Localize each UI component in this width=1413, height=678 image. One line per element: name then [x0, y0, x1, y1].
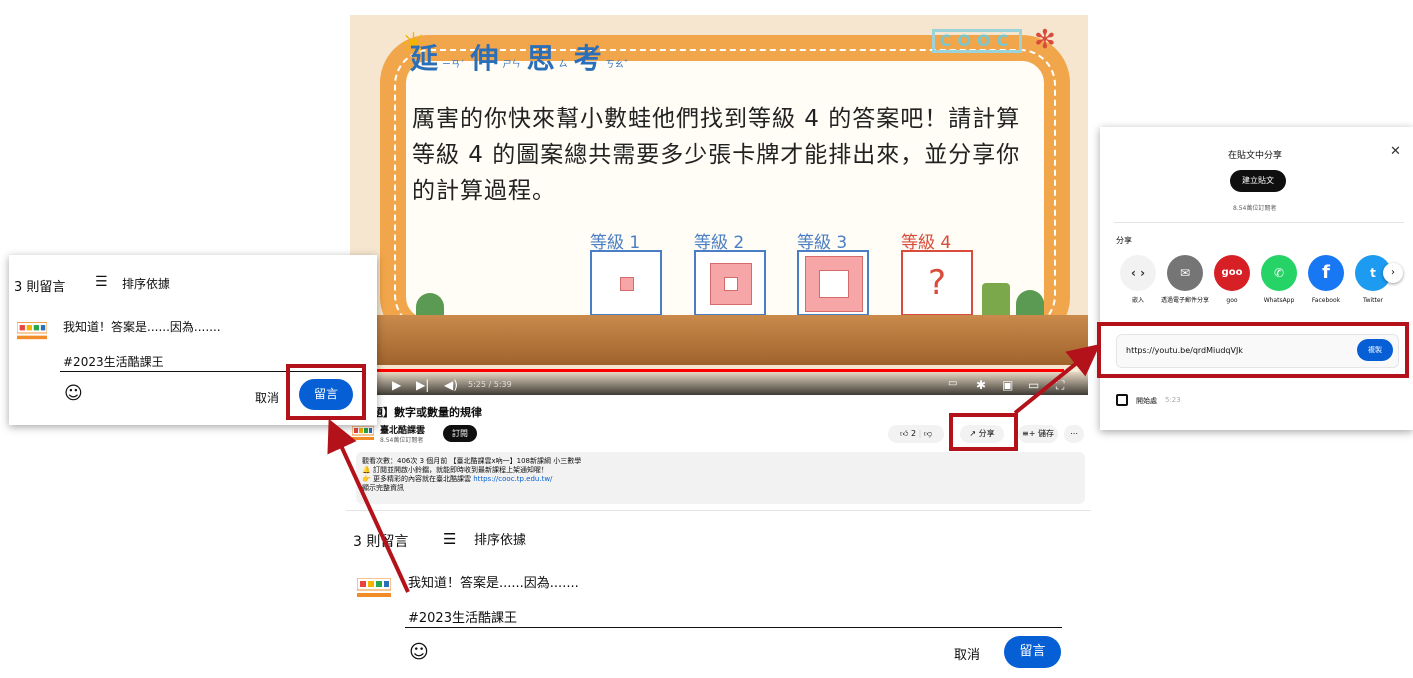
slide-title-char: 思: [526, 42, 555, 75]
description-line-1: 觀看次數：406次 3 個月前 【臺北酷課雲x吶一】108新課綱 小三數學: [362, 457, 582, 465]
sort-icon[interactable]: ☰: [443, 530, 456, 548]
share-option-label: 嵌入: [1131, 297, 1144, 304]
time-display: 5:25 / 5:39: [468, 380, 512, 389]
arrow-to-submit: [327, 418, 410, 593]
comment-count: 3 則留言: [353, 534, 409, 550]
email-icon[interactable]: ✉: [1167, 255, 1203, 291]
slide-question-text: 厲害的你快來幫小數蛙他們找到等級 4 的答案吧！請計算等級 4 的圖案總共需要多…: [412, 106, 1021, 204]
comment-draft-line-2[interactable]: #2023生活酷課王: [408, 607, 517, 626]
slide-title-zhuyin: ㄕㄣ: [502, 60, 521, 70]
whatsapp-icon[interactable]: ✆: [1261, 255, 1297, 291]
share-option-label: goo: [1226, 297, 1238, 304]
share-subscribers: 8.54萬位訂閱者: [1233, 205, 1277, 212]
playlist-add-icon: ≡+: [1022, 429, 1036, 438]
slide-title-char: 考: [573, 42, 602, 75]
more-actions-button[interactable]: ⋯: [1064, 425, 1084, 443]
cross-logo-icon: ✻: [1034, 25, 1056, 55]
channel-avatar[interactable]: [352, 426, 374, 442]
sort-icon[interactable]: ☰: [95, 274, 108, 290]
embed-icon[interactable]: ‹ ›: [1120, 255, 1156, 291]
share-option-label: Twitter: [1362, 297, 1384, 304]
start-at-checkbox[interactable]: [1116, 394, 1128, 406]
goo-icon[interactable]: goo: [1214, 255, 1250, 291]
settings-icon[interactable]: ✱: [976, 378, 986, 392]
description-line-2: 🔔 訂閱並開啟小鈴鐺，就能即時收到最新課程上架通知喔！: [362, 466, 548, 474]
dislike-icon[interactable]: 👎︎: [924, 429, 932, 438]
comment-submit-button[interactable]: 留言: [1004, 636, 1061, 668]
cancel-button[interactable]: 取消: [954, 644, 980, 663]
description-box[interactable]: 觀看次數：406次 3 個月前 【臺北酷課雲x吶一】108新課綱 小三數學 🔔 …: [356, 452, 1085, 504]
video-player[interactable]: ☀ 延ㄧㄢˊ 伸ㄕㄣ思ㄙ考ㄎㄠˇ COOC ✻ 厲害的你快來幫小數蛙他們找到等級 …: [350, 15, 1088, 395]
channel-subscribers: 8.54萬位訂閱者: [380, 437, 424, 444]
url-highlight-box: [1097, 322, 1409, 378]
save-label: 儲存: [1037, 429, 1054, 438]
miniplayer-icon[interactable]: ▣: [1002, 378, 1013, 392]
play-icon[interactable]: ▶: [392, 378, 401, 392]
sort-button[interactable]: 排序依據: [474, 529, 526, 548]
share-dialog-title: 在貼文中分享: [1228, 151, 1283, 161]
video-title: 題】數字或數量的規律: [372, 406, 482, 419]
slide-title-zhuyin: ㄎㄠˇ: [605, 60, 629, 70]
slide-floor: [350, 315, 1088, 365]
question-mark: ?: [927, 263, 947, 303]
comment-draft-line-2[interactable]: #2023生活酷課王: [63, 353, 164, 370]
emoji-icon[interactable]: ☺: [64, 383, 83, 404]
close-icon[interactable]: ✕: [1390, 144, 1401, 159]
start-at-time: 5:23: [1165, 396, 1181, 404]
level-2-pattern: [694, 250, 766, 316]
sort-button[interactable]: 排序依據: [122, 275, 170, 292]
slide-title-char: 伸: [470, 42, 499, 75]
divider: [1114, 222, 1404, 223]
subscribe-button[interactable]: 訂閱: [443, 425, 477, 442]
share-highlight-box: [949, 413, 1018, 451]
user-avatar: [17, 322, 47, 340]
progress-fill: [360, 369, 1064, 372]
theater-icon[interactable]: ▭: [1028, 378, 1039, 392]
like-icon[interactable]: 👍︎: [900, 429, 908, 438]
cancel-button[interactable]: 取消: [255, 389, 279, 406]
divider: [346, 510, 1091, 511]
volume-icon[interactable]: ◀): [444, 378, 458, 392]
slide-title-zhuyin: ㄧㄢˊ: [442, 60, 465, 70]
slide-title-char: 延: [410, 42, 439, 75]
share-option-label: WhatsApp: [1263, 297, 1295, 304]
share-option-label: Facebook: [1311, 297, 1341, 304]
comment-count: 3 則留言: [14, 280, 66, 295]
next-icon[interactable]: ▶|: [416, 378, 429, 392]
level-4-pattern: ?: [901, 250, 973, 316]
emoji-icon[interactable]: ☺: [409, 641, 429, 663]
level-1-pattern: [590, 250, 662, 316]
comment-input-underline: [405, 627, 1062, 628]
comment-draft-line-1[interactable]: 我知道！答案是......因為.......: [63, 318, 221, 335]
cooc-logo: COOC: [932, 29, 1022, 53]
like-count: 2: [910, 429, 917, 438]
description-link[interactable]: https://cooc.tp.edu.tw/: [473, 475, 552, 483]
fullscreen-icon[interactable]: ⛶: [1056, 378, 1064, 393]
share-dialog: 在貼文中分享 ✕ 建立貼文 8.54萬位訂閱者 分享 ‹ › 嵌入 ✉ 透過電子…: [1100, 127, 1413, 430]
save-button[interactable]: ≡+ 儲存: [1018, 425, 1058, 443]
start-at-label: 開始處: [1136, 397, 1157, 405]
slide-title-zhuyin: ㄙ: [558, 60, 568, 70]
chevron-right-icon[interactable]: ›: [1383, 263, 1403, 283]
comment-draft-line-1[interactable]: 我知道！答案是......因為.......: [408, 572, 579, 591]
facebook-icon[interactable]: f: [1308, 255, 1344, 291]
like-dislike-group[interactable]: 👍︎ 2 | 👎︎: [888, 425, 944, 443]
show-more-link[interactable]: 顯示完整資訊: [362, 484, 1079, 493]
share-section-label: 分享: [1116, 236, 1132, 245]
share-option-label: 透過電子郵件分享: [1160, 297, 1209, 304]
submit-highlight-box: [286, 364, 366, 420]
captions-icon[interactable]: ▭: [948, 378, 957, 389]
create-post-button[interactable]: 建立貼文: [1230, 170, 1286, 192]
tutorial-composite: ☀ 延ㄧㄢˊ 伸ㄕㄣ思ㄙ考ㄎㄠˇ COOC ✻ 厲害的你快來幫小數蛙他們找到等級 …: [0, 0, 1413, 678]
slide-title: 延ㄧㄢˊ 伸ㄕㄣ思ㄙ考ㄎㄠˇ: [410, 37, 740, 77]
user-avatar: [357, 578, 391, 597]
level-3-pattern: [797, 250, 869, 316]
description-line-3: 👉 更多精彩的內容就在臺北酷課雲 https://cooc.tp.edu.tw/: [362, 475, 553, 483]
